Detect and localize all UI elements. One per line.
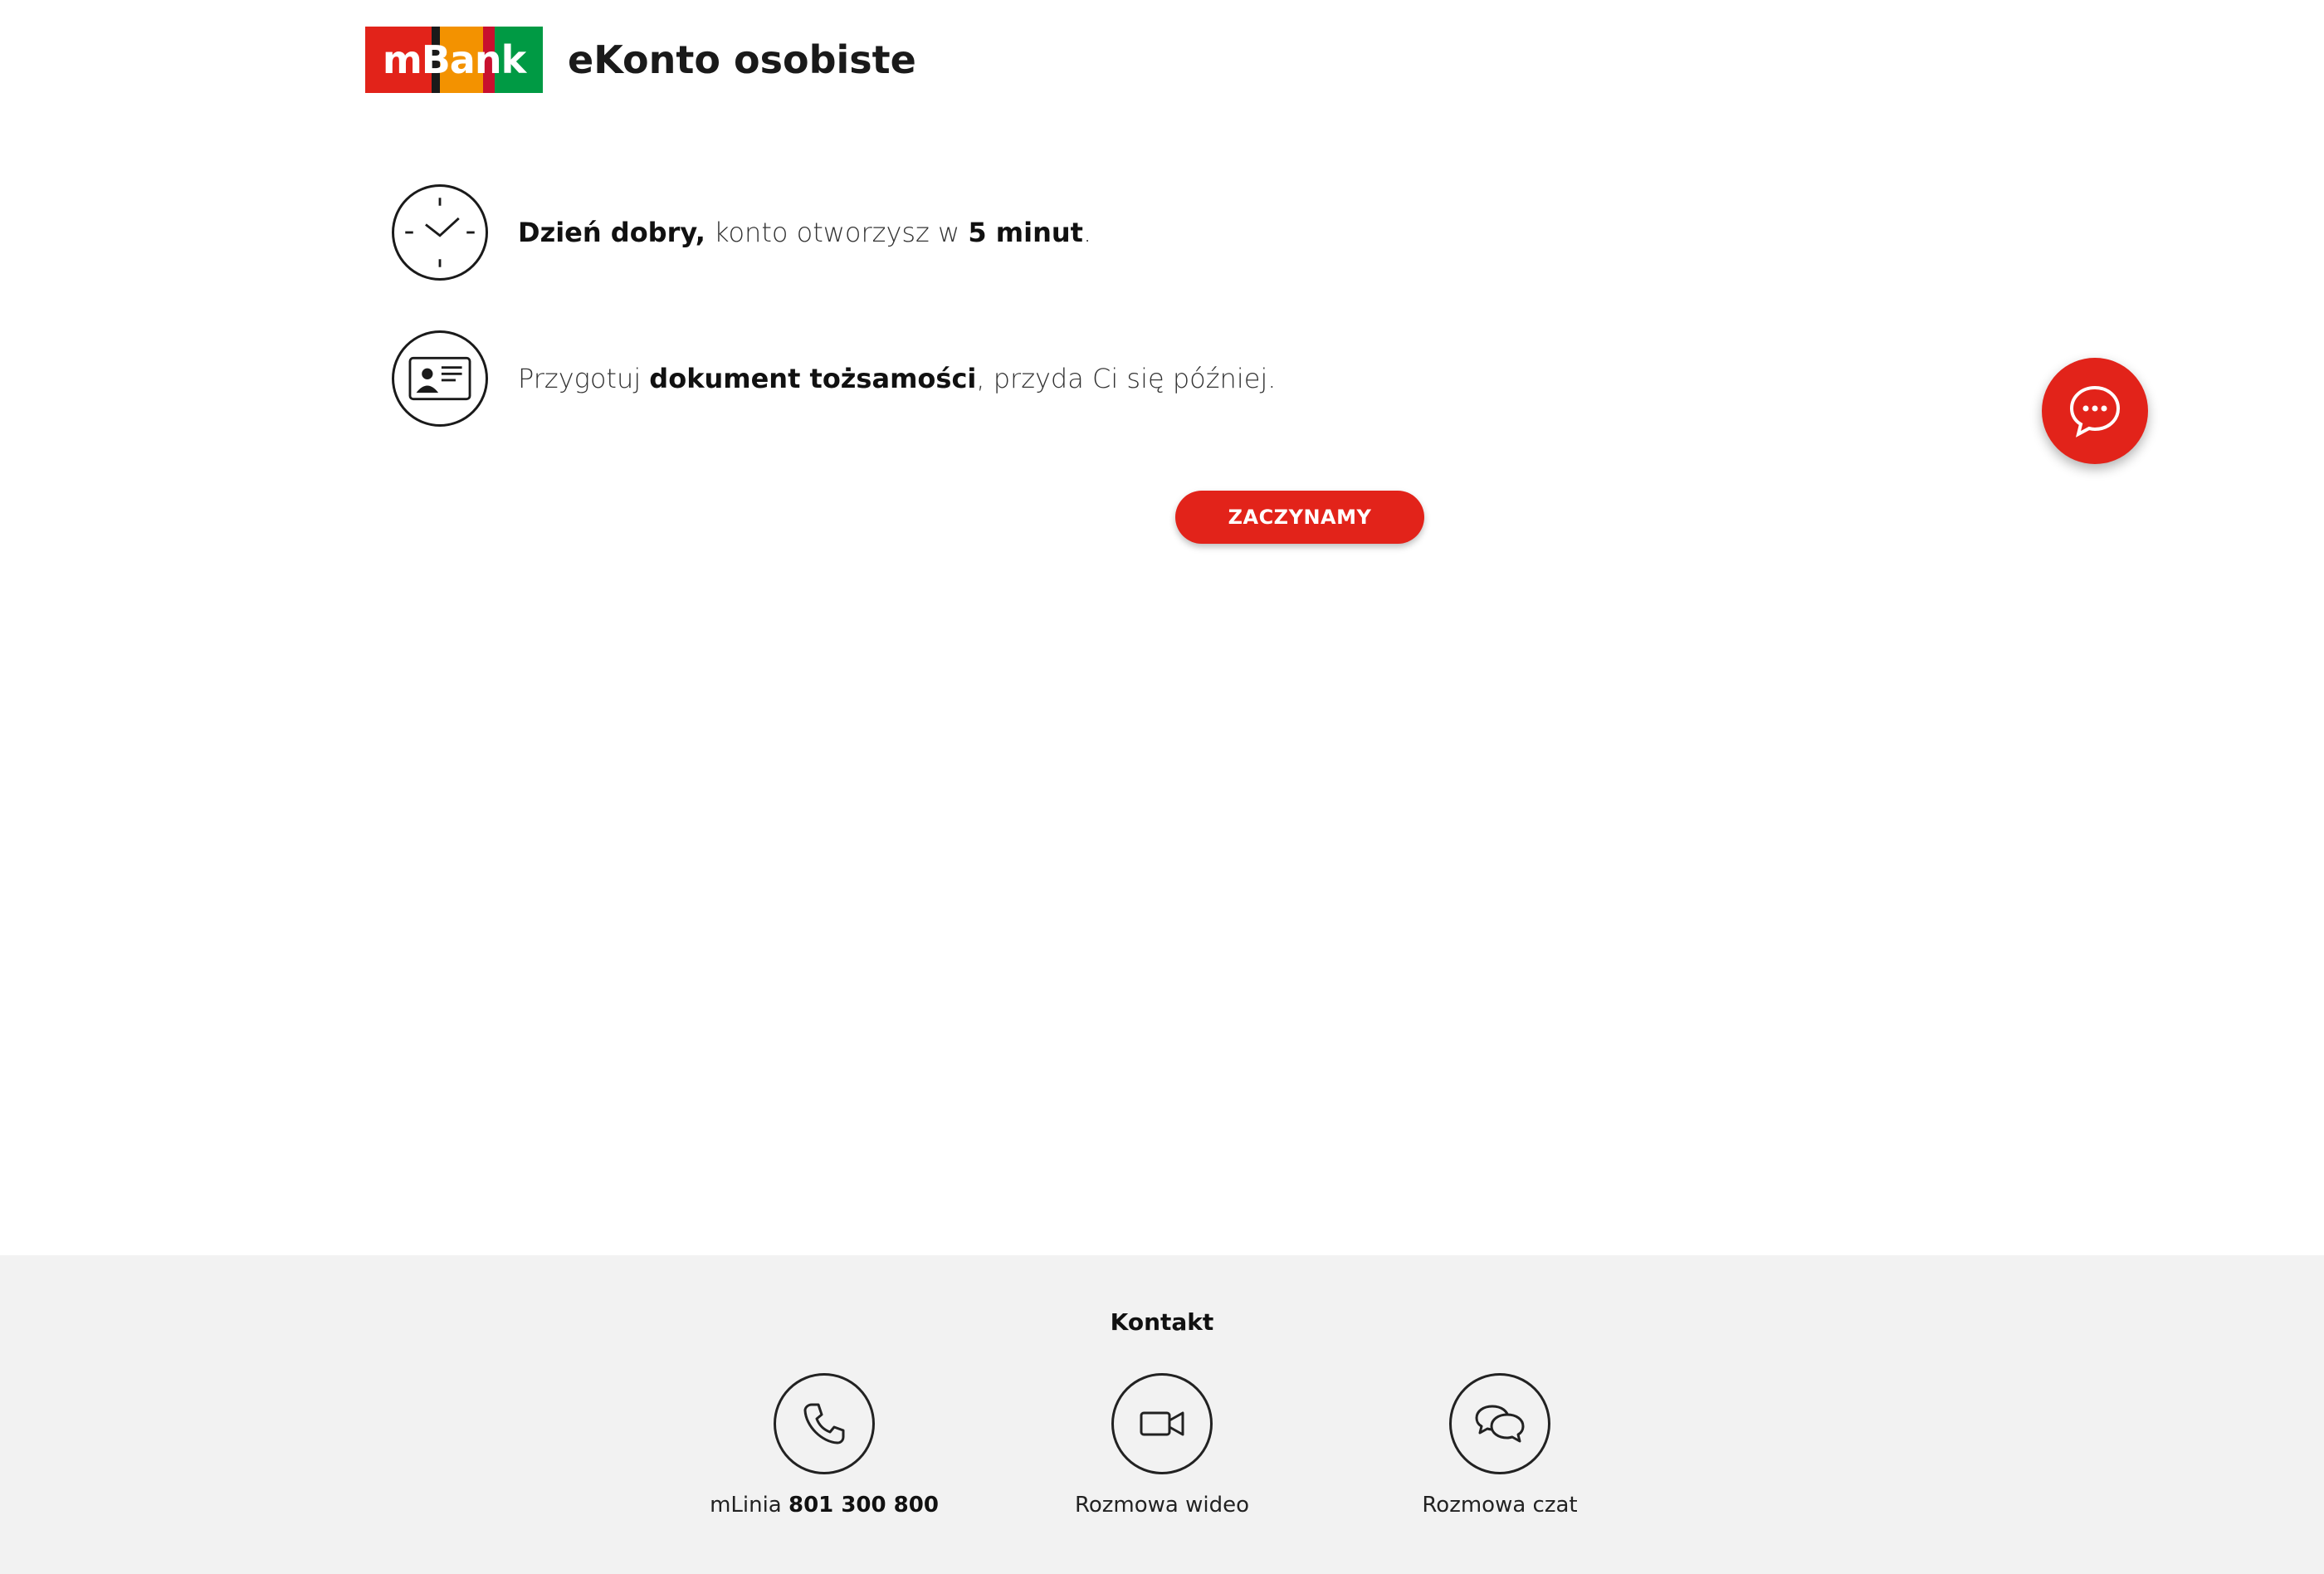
time-info-middle: konto otworzysz w bbox=[705, 217, 969, 248]
phone-label-prefix: mLinia bbox=[710, 1493, 788, 1518]
time-info-end: . bbox=[1082, 217, 1092, 248]
document-bold: dokument tożsamości bbox=[649, 363, 977, 394]
clock-icon bbox=[392, 184, 488, 281]
phone-label: mLinia 801 300 800 bbox=[710, 1493, 939, 1518]
time-info-text: Dzień dobry, konto otworzysz w 5 minut. bbox=[518, 217, 1091, 248]
phone-icon bbox=[774, 1373, 875, 1474]
start-button[interactable]: ZACZYNAMY bbox=[1175, 491, 1424, 544]
chat-label: Rozmowa czat bbox=[1422, 1493, 1578, 1518]
contact-chat[interactable]: Rozmowa czat bbox=[1334, 1373, 1666, 1518]
footer: Kontakt mLinia 801 300 800 Rozmowa wideo bbox=[0, 1255, 2324, 1574]
document-info-start: Przygotuj bbox=[518, 363, 650, 394]
chat-icon bbox=[1449, 1373, 1550, 1474]
footer-title: Kontakt bbox=[1110, 1308, 1214, 1336]
page: mBank eKonto osobiste Dzień dobry, konto… bbox=[0, 0, 2324, 1574]
video-label: Rozmowa wideo bbox=[1074, 1493, 1250, 1518]
duration-bold: 5 minut bbox=[968, 217, 1083, 248]
info-row-time: Dzień dobry, konto otworzysz w 5 minut. bbox=[392, 184, 1091, 281]
logo-text: mBank bbox=[382, 37, 526, 82]
chat-bubble-icon bbox=[2069, 385, 2121, 437]
id-card-icon bbox=[392, 330, 488, 427]
document-info-text: Przygotuj dokument tożsamości, przyda Ci… bbox=[518, 363, 1276, 394]
document-info-end: , przyda Ci się później. bbox=[976, 363, 1277, 394]
mbank-logo[interactable]: mBank bbox=[365, 27, 543, 93]
contact-video[interactable]: Rozmowa wideo bbox=[996, 1373, 1328, 1518]
product-title: eKonto osobiste bbox=[568, 37, 916, 82]
video-camera-icon bbox=[1111, 1373, 1213, 1474]
chat-fab-button[interactable] bbox=[2042, 358, 2148, 464]
phone-number: 801 300 800 bbox=[788, 1493, 939, 1518]
contact-phone[interactable]: mLinia 801 300 800 bbox=[658, 1373, 990, 1518]
info-row-document: Przygotuj dokument tożsamości, przyda Ci… bbox=[392, 330, 1276, 427]
greeting-bold: Dzień dobry, bbox=[518, 217, 706, 248]
